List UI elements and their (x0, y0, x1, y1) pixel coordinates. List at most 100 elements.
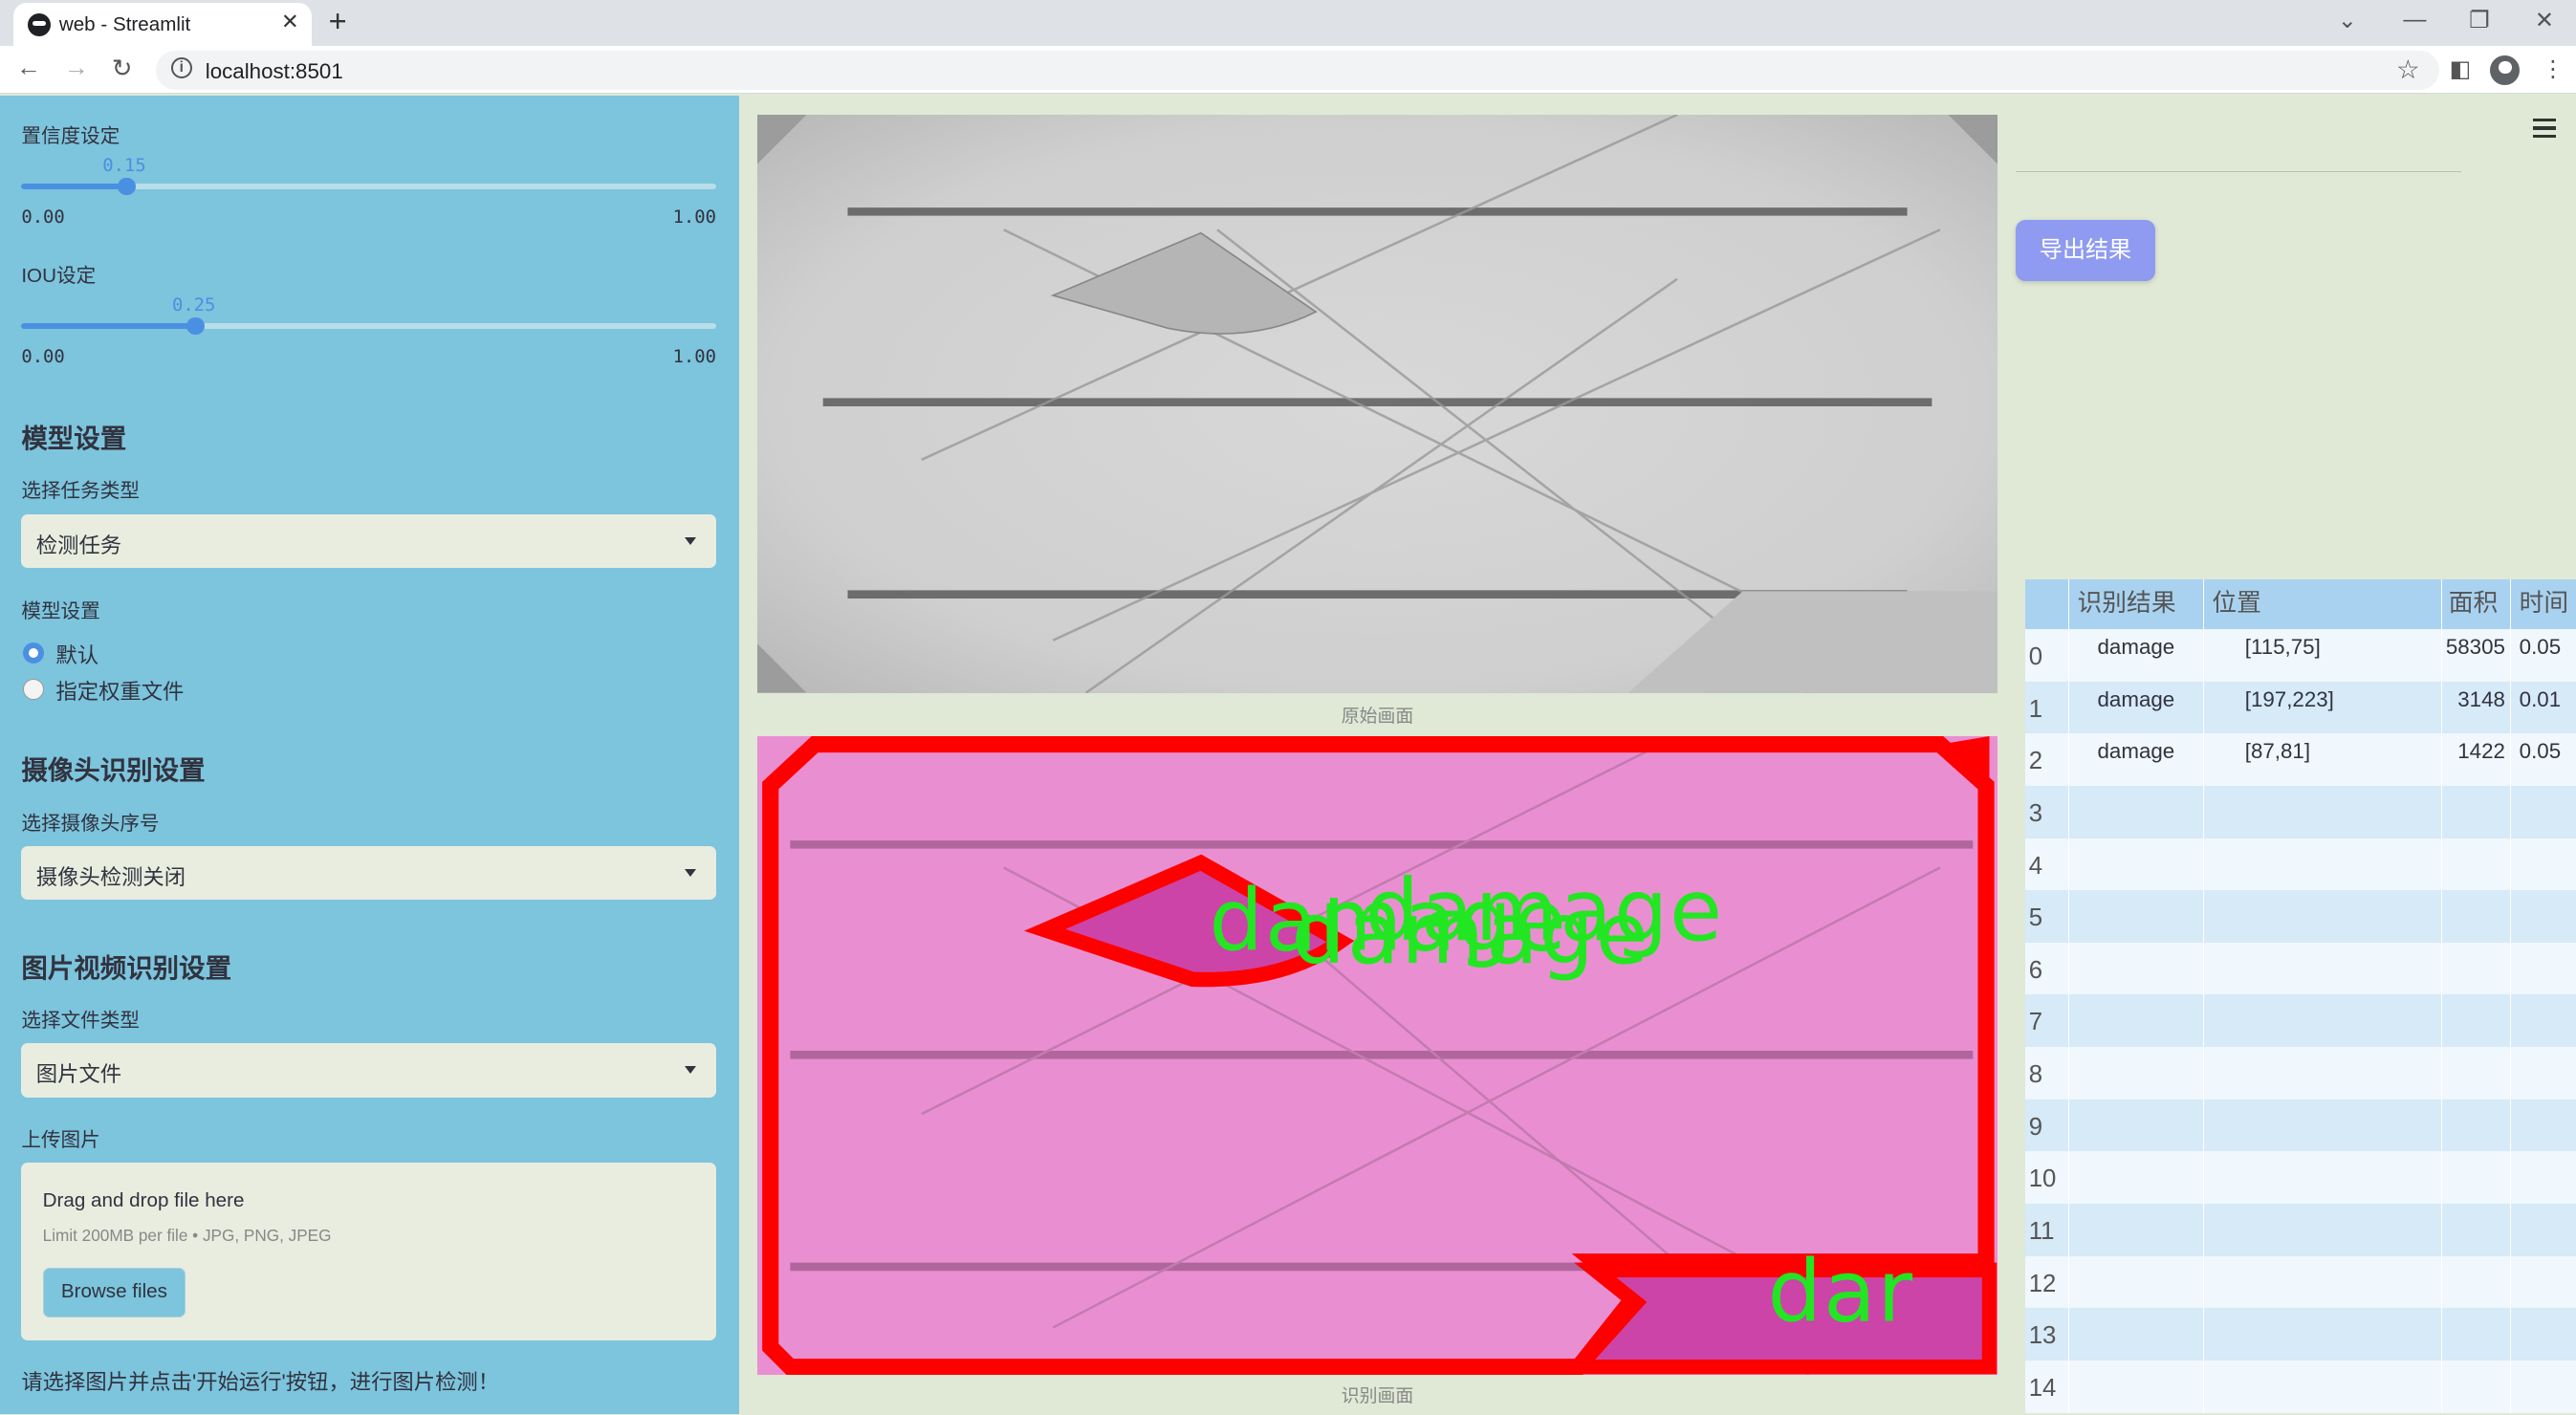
detection-overlay-image: damage damage damage dar (756, 734, 1998, 1376)
radio-label: 指定权重文件 (55, 680, 185, 705)
slider-handle[interactable] (117, 177, 136, 196)
file-settings-heading: 图片视频识别设置 (21, 952, 232, 983)
time-cell (2510, 994, 2576, 1048)
iou-slider[interactable]: 0.25 0.00 1.00 (21, 294, 717, 382)
area-cell (2440, 1099, 2510, 1152)
table-row[interactable]: 5 (2025, 890, 2576, 944)
position-cell (2202, 994, 2441, 1048)
detection-label: damage (1365, 861, 1724, 961)
task-type-select[interactable]: 检测任务 (21, 513, 717, 569)
browser-tab[interactable]: web - Streamlit ✕ (12, 3, 313, 47)
radio-label: 默认 (55, 643, 99, 668)
table-row[interactable]: 7 (2025, 994, 2576, 1048)
solar-cell-el-image (756, 114, 1998, 695)
table-row[interactable]: 12 (2025, 1255, 2576, 1309)
slider-value: 0.25 (171, 294, 216, 316)
row-index: 3 (2028, 799, 2043, 827)
area-cell: 1422 (2440, 733, 2510, 787)
column-header[interactable]: 位置 (2202, 579, 2441, 629)
dropzone-limit: Limit 200MB per file • JPG, PNG, JPEG (42, 1225, 332, 1245)
reload-icon[interactable]: ↻ (112, 54, 133, 83)
position-cell (2202, 1047, 2441, 1100)
area-cell (2440, 1360, 2510, 1413)
area-cell: 3148 (2440, 681, 2510, 734)
browse-files-button[interactable]: Browse files (42, 1268, 186, 1317)
time-cell: 0.05 (2510, 628, 2576, 682)
table-row[interactable]: 2 damage [87,81] 1422 0.05 (2025, 733, 2576, 787)
url-field[interactable]: i localhost:8501 ☆ (156, 51, 2440, 91)
new-tab-icon[interactable]: + (329, 3, 347, 39)
time-cell (2510, 1047, 2576, 1100)
area-cell (2440, 1255, 2510, 1309)
time-cell (2510, 942, 2576, 995)
table-row[interactable]: 9 (2025, 1099, 2576, 1152)
column-header[interactable]: 面积 (2440, 579, 2510, 629)
radio-selected-icon[interactable] (23, 642, 45, 664)
restore-icon[interactable]: ❐ (2469, 7, 2490, 34)
result-cell (2067, 1099, 2203, 1152)
streamlit-favicon-icon (28, 12, 52, 36)
column-header[interactable]: 识别结果 (2067, 579, 2203, 629)
tab-title: web - Streamlit (58, 12, 191, 35)
result-cell (2067, 1360, 2203, 1413)
table-row[interactable]: 14 (2025, 1360, 2576, 1413)
file-type-select[interactable]: 图片文件 (21, 1042, 717, 1098)
table-row[interactable]: 1 damage [197,223] 3148 0.01 (2025, 681, 2576, 734)
camera-select[interactable]: 摄像头检测关闭 (21, 845, 717, 901)
row-index: 8 (2028, 1061, 2043, 1089)
task-type-label: 选择任务类型 (21, 480, 140, 503)
position-cell (2202, 942, 2441, 995)
table-row[interactable]: 0 damage [115,75] 58305 0.05 (2025, 628, 2576, 682)
side-panel-icon[interactable]: ◧ (2450, 55, 2472, 83)
slider-handle[interactable] (186, 316, 206, 336)
close-tab-icon[interactable]: ✕ (281, 10, 299, 34)
time-cell (2510, 1099, 2576, 1152)
area-cell (2440, 785, 2510, 838)
time-cell (2510, 785, 2576, 838)
result-cell (2067, 890, 2203, 944)
address-bar: ← → ↻ i localhost:8501 ☆ ◧ ⋮ (0, 46, 2576, 94)
position-cell (2202, 1151, 2441, 1205)
table-row[interactable]: 3 (2025, 785, 2576, 838)
position-cell: [197,223] (2202, 681, 2441, 734)
table-row[interactable]: 6 (2025, 942, 2576, 995)
row-index: 13 (2028, 1322, 2057, 1350)
site-info-icon[interactable]: i (170, 57, 192, 79)
tab-search-icon[interactable]: ⌄ (2338, 7, 2357, 34)
area-cell (2440, 1047, 2510, 1100)
index-header (2025, 579, 2068, 629)
position-cell (2202, 1099, 2441, 1152)
file-dropzone[interactable]: Drag and drop file here Limit 200MB per … (21, 1163, 717, 1340)
column-header[interactable]: 时间 (2510, 579, 2576, 629)
url-text[interactable]: localhost:8501 (206, 59, 343, 84)
time-cell (2510, 1360, 2576, 1413)
bookmark-star-icon[interactable]: ☆ (2396, 54, 2420, 85)
confidence-slider[interactable]: 0.15 0.00 1.00 (21, 155, 717, 243)
position-cell (2202, 1203, 2441, 1256)
close-window-icon[interactable]: ✕ (2535, 7, 2554, 34)
table-row[interactable]: 11 (2025, 1203, 2576, 1256)
slider-fill (21, 323, 195, 329)
forward-icon[interactable]: → (64, 54, 89, 82)
time-cell (2510, 1151, 2576, 1205)
browser-menu-icon[interactable]: ⋮ (2542, 55, 2565, 83)
time-cell (2510, 890, 2576, 944)
export-results-button[interactable]: 导出结果 (2015, 220, 2155, 281)
slider-value: 0.15 (102, 154, 146, 176)
radio-unselected-icon[interactable] (23, 678, 45, 700)
minimize-icon[interactable]: — (2403, 7, 2426, 33)
table-row[interactable]: 8 (2025, 1047, 2576, 1100)
table-row[interactable]: 4 (2025, 838, 2576, 891)
hamburger-menu-icon[interactable] (2533, 118, 2557, 143)
area-cell (2440, 838, 2510, 891)
file-type-label: 选择文件类型 (21, 1009, 140, 1032)
table-row[interactable]: 13 (2025, 1308, 2576, 1361)
back-icon[interactable]: ← (16, 54, 41, 82)
table-row[interactable]: 10 (2025, 1151, 2576, 1205)
detection-label: dar (1768, 1242, 1914, 1341)
results-table[interactable]: 识别结果 位置 面积 时间 0 damage [115,75] 58305 0.05 1 d… (2025, 579, 2576, 1414)
time-cell (2510, 1255, 2576, 1309)
task-type-value: 检测任务 (35, 533, 122, 558)
area-cell (2440, 890, 2510, 944)
original-image (756, 114, 1998, 695)
